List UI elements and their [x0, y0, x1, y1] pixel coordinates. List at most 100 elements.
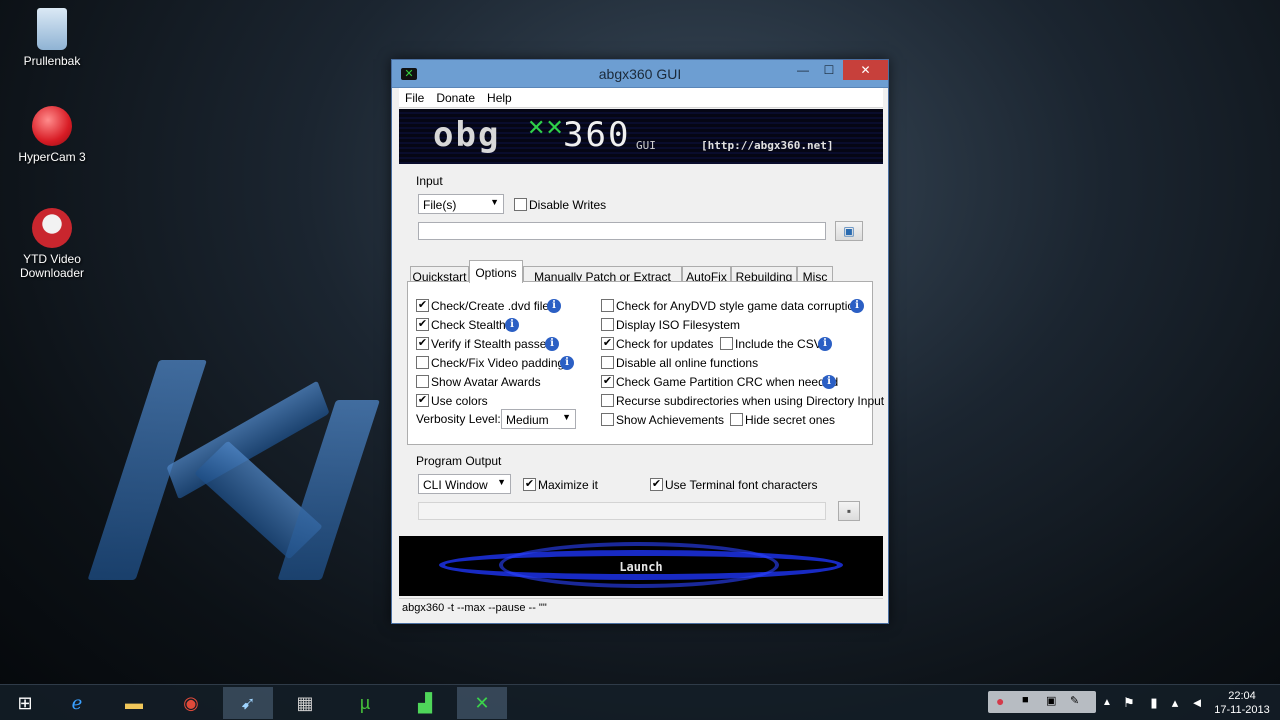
info-icon[interactable]: i	[505, 318, 519, 332]
desktop-icon-recycle-bin[interactable]: Prullenbak	[7, 8, 97, 68]
desktop-icon-ytd-downloader[interactable]: YTD Video Downloader	[7, 208, 97, 280]
utorrent-icon: µ	[359, 693, 371, 713]
hide-secret-label: Hide secret ones	[745, 413, 836, 427]
hide-secret-checkbox[interactable]	[730, 413, 743, 426]
recycle-bin-icon	[37, 8, 67, 50]
check-create-dvd-checkbox[interactable]: ✔	[416, 299, 429, 312]
program-output-label: Program Output	[416, 454, 502, 468]
terminal-font-checkbox[interactable]: ✔	[650, 478, 663, 491]
minimize-button[interactable]: —	[790, 60, 816, 80]
taskbar-chart-app[interactable]: ▟	[400, 687, 450, 719]
taskbar-utorrent[interactable]: µ	[340, 687, 390, 719]
maximize-it-checkbox[interactable]: ✔	[523, 478, 536, 491]
ytd-downloader-icon	[32, 208, 72, 248]
verbosity-label: Verbosity Level:	[416, 412, 501, 426]
show-achievements-checkbox[interactable]	[601, 413, 614, 426]
signal-icon[interactable]: ▴	[1166, 687, 1184, 719]
verbosity-value: Medium	[506, 413, 549, 427]
taskbar-chrome[interactable]: ◉	[166, 687, 216, 719]
launch-label: Launch	[619, 560, 663, 574]
check-updates-label: Check for updates	[616, 337, 714, 351]
menu-file[interactable]: File	[399, 88, 430, 105]
input-source-value: File(s)	[423, 198, 457, 212]
info-icon[interactable]: i	[560, 356, 574, 370]
status-bar: abgx360 -t --max --pause -- ""	[399, 598, 883, 618]
use-colors-checkbox[interactable]: ✔	[416, 394, 429, 407]
verbosity-select[interactable]: Medium ▼	[501, 409, 576, 429]
menu-help[interactable]: Help	[481, 88, 518, 105]
maximize-it-label: Maximize it	[538, 478, 599, 492]
fix-video-padding-checkbox[interactable]	[416, 356, 429, 369]
taskbar: ⊞ ℯ ▬ ◉ ➹ ▦ µ ▟ ✕ ● ■ ▣ ✎ ▲ ⚑ ▮ ▴ ◄ 22:0…	[0, 684, 1280, 720]
maximize-button[interactable]: ☐	[816, 60, 842, 80]
stop-icon: ■	[1022, 694, 1029, 706]
volume-icon[interactable]: ◄	[1188, 687, 1206, 719]
taskbar-clock[interactable]: 22:04 17-11-2013	[1210, 689, 1274, 717]
game-partition-crc-checkbox[interactable]: ✔	[601, 375, 614, 388]
internet-explorer-icon: ℯ	[71, 693, 83, 713]
taskbar-abgx360[interactable]: ✕	[457, 687, 507, 719]
use-colors-label: Use colors	[431, 394, 488, 408]
recurse-subdirs-label: Recurse subdirectories when using Direct…	[616, 394, 885, 408]
bar-chart-icon: ▟	[418, 693, 432, 713]
recurse-subdirs-checkbox[interactable]	[601, 394, 614, 407]
desktop-icon-label: HyperCam 3	[18, 150, 86, 164]
menu-donate[interactable]: Donate	[430, 88, 481, 105]
check-updates-checkbox[interactable]: ✔	[601, 337, 614, 350]
battery-icon[interactable]: ▮	[1145, 687, 1163, 719]
open-folder-icon: ▣	[843, 224, 855, 238]
anydvd-corruption-checkbox[interactable]	[601, 299, 614, 312]
chevron-down-icon: ▼	[562, 412, 571, 422]
flag-icon[interactable]: ⚑	[1120, 687, 1138, 719]
output-mode-select[interactable]: CLI Window ▼	[418, 474, 511, 494]
pen-icon: ✎	[1070, 695, 1080, 707]
tray-expand-icon[interactable]: ▲	[1100, 687, 1114, 719]
chevron-down-icon: ▼	[497, 477, 506, 487]
verify-stealth-checkbox[interactable]: ✔	[416, 337, 429, 350]
info-icon[interactable]: i	[822, 375, 836, 389]
tab-options[interactable]: Options	[469, 260, 523, 283]
taskbar-rocket-app[interactable]: ➹	[223, 687, 273, 719]
banner-logo: obg	[433, 115, 501, 155]
clock-time: 22:04	[1228, 690, 1256, 702]
game-partition-crc-label: Check Game Partition CRC when needed	[616, 375, 839, 389]
taskbar-app-grid[interactable]: ▦	[280, 687, 330, 719]
info-icon[interactable]: i	[545, 337, 559, 351]
output-path-field[interactable]	[418, 502, 826, 520]
disable-writes-checkbox[interactable]	[514, 198, 527, 211]
info-icon[interactable]: i	[850, 299, 864, 313]
disable-writes-label: Disable Writes	[529, 198, 607, 212]
anydvd-corruption-label: Check for AnyDVD style game data corrupt…	[616, 299, 861, 313]
input-path-field[interactable]	[418, 222, 826, 240]
banner-url: [http://abgx360.net]	[701, 139, 834, 152]
info-icon[interactable]: i	[818, 337, 832, 351]
taskbar-internet-explorer[interactable]: ℯ	[52, 687, 102, 719]
show-achievements-label: Show Achievements	[616, 413, 725, 427]
include-csv-checkbox[interactable]	[720, 337, 733, 350]
command-line-text: abgx360 -t --max --pause -- ""	[402, 602, 547, 614]
desktop-icon-label: YTD Video Downloader	[19, 252, 85, 280]
desktop-icon-hypercam[interactable]: HyperCam 3	[7, 106, 97, 164]
show-avatar-awards-label: Show Avatar Awards	[431, 375, 541, 389]
check-stealth-label: Check Stealth	[431, 318, 506, 332]
record-icon: ●	[996, 693, 1005, 709]
fix-video-padding-label: Check/Fix Video padding	[431, 356, 565, 370]
launch-button[interactable]: Launch	[399, 536, 883, 596]
taskbar-file-explorer[interactable]: ▬	[109, 687, 159, 719]
close-button[interactable]: ✕	[843, 60, 888, 80]
info-icon[interactable]: i	[547, 299, 561, 313]
save-output-button[interactable]: ▪	[838, 501, 860, 521]
browse-folder-button[interactable]: ▣	[835, 221, 863, 241]
display-iso-fs-checkbox[interactable]	[601, 318, 614, 331]
check-stealth-checkbox[interactable]: ✔	[416, 318, 429, 331]
clock-date: 17-11-2013	[1214, 704, 1270, 716]
chevron-down-icon: ▼	[490, 197, 499, 207]
input-source-select[interactable]: File(s) ▼	[418, 194, 504, 214]
banner-logo-tail: 360	[563, 115, 631, 155]
title-bar[interactable]: ✕ abgx360 GUI — ☐ ✕	[392, 60, 888, 88]
disable-online-checkbox[interactable]	[601, 356, 614, 369]
recording-toolbar[interactable]: ● ■ ▣ ✎	[988, 691, 1096, 713]
windows-logo-icon: ⊞	[17, 693, 33, 713]
show-avatar-awards-checkbox[interactable]	[416, 375, 429, 388]
start-button[interactable]: ⊞	[0, 687, 50, 719]
